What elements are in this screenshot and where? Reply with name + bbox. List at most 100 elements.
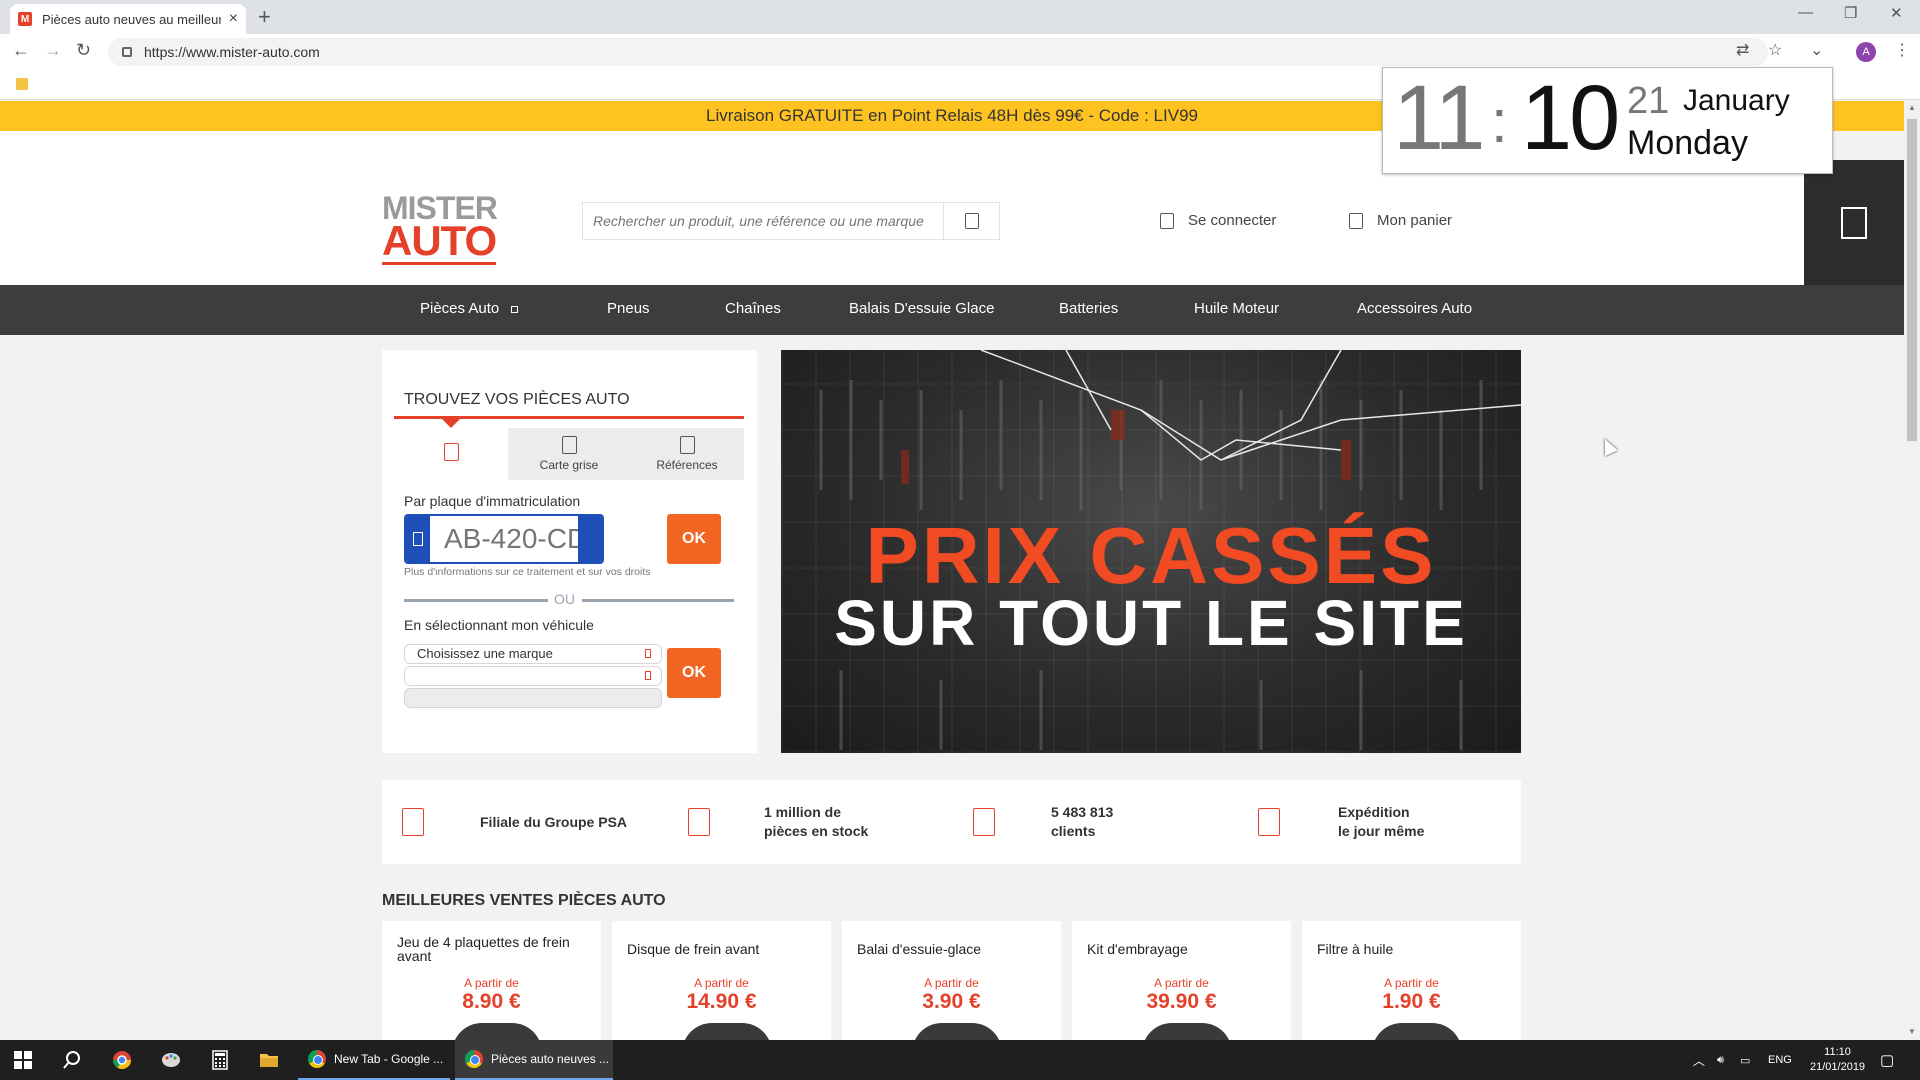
reload-icon[interactable]: ↻: [76, 40, 91, 61]
language-indicator[interactable]: ENG: [1768, 1040, 1792, 1080]
tab-references[interactable]: Références: [630, 428, 744, 480]
clock-widget[interactable]: 11 : 10 21 January Monday: [1382, 67, 1833, 174]
model-select[interactable]: [404, 666, 662, 686]
restore-icon[interactable]: ❐: [1844, 4, 1857, 22]
close-window-icon[interactable]: ✕: [1890, 4, 1903, 22]
brand-select-value: Choisissez une marque: [417, 646, 553, 661]
page-scrollbar[interactable]: ▲ ▼: [1904, 101, 1920, 1040]
tab-carte-grise[interactable]: Carte grise: [512, 428, 626, 480]
menu-dots-icon[interactable]: ⋮: [1894, 40, 1910, 60]
bookmark-folder-icon[interactable]: [16, 78, 28, 90]
system-clock[interactable]: 11:10 21/01/2019: [1810, 1040, 1865, 1080]
nav-item-balais[interactable]: Balais D'essuie Glace: [849, 300, 994, 317]
search-icon[interactable]: [62, 1050, 82, 1070]
tray-chevron-up-icon[interactable]: ︿: [1693, 1040, 1705, 1080]
taskbar-task-newtab[interactable]: New Tab - Google ...: [298, 1040, 450, 1080]
vehicle-label: En sélectionnant mon véhicule: [404, 617, 594, 633]
nav-item-chaines[interactable]: Chaînes: [725, 300, 781, 317]
trust-bar: Filiale du Groupe PSA 1 million de pièce…: [382, 780, 1521, 864]
logo-line2: AUTO: [382, 217, 497, 265]
scroll-down-icon[interactable]: ▼: [1908, 1027, 1916, 1036]
site-logo[interactable]: MISTER AUTO: [382, 192, 498, 265]
price-from-label: A partir de: [924, 976, 979, 990]
engine-select[interactable]: [404, 688, 662, 708]
tab-references-label: Références: [656, 458, 718, 472]
brand-select[interactable]: Choisissez une marque: [404, 644, 662, 664]
product-price: 3.90 €: [922, 990, 981, 1013]
building-icon: [402, 808, 424, 836]
calculator-icon[interactable]: [210, 1050, 230, 1070]
price-from-label: A partir de: [1154, 976, 1209, 990]
product-card[interactable]: Filtre à huile A partir de 1.90 €: [1302, 921, 1521, 1040]
tab-carte-grise-label: Carte grise: [539, 458, 599, 472]
product-card[interactable]: Disque de frein avant A partir de 14.90 …: [612, 921, 831, 1040]
notifications-icon[interactable]: ▢: [1880, 1040, 1894, 1080]
phone-icon[interactable]: [1841, 207, 1867, 239]
finder-tabs: Carte grise Références: [394, 428, 744, 480]
url-text: https://www.mister-auto.com: [144, 44, 320, 60]
product-image: [1372, 1023, 1462, 1040]
trust-item: Expédition le jour même: [1258, 780, 1424, 864]
promo-text: Livraison GRATUITE en Point Relais 48H d…: [706, 106, 1198, 125]
forward-icon[interactable]: →: [44, 40, 62, 61]
nav-item-pneus[interactable]: Pneus: [607, 300, 650, 317]
minimize-icon[interactable]: —: [1798, 4, 1813, 21]
translate-icon[interactable]: ⇄: [1736, 40, 1749, 60]
search-button[interactable]: [943, 203, 999, 239]
vehicle-ok-button[interactable]: OK: [667, 648, 721, 698]
trust-text-2: le jour même: [1338, 823, 1425, 839]
parts-finder: TROUVEZ VOS PIÈCES AUTO Carte grise Réfé…: [382, 350, 757, 753]
nav-item-pieces-auto[interactable]: Pièces Auto: [420, 300, 519, 317]
scroll-up-icon[interactable]: ▲: [1908, 103, 1916, 112]
new-tab-icon[interactable]: +: [258, 4, 271, 30]
cart-link[interactable]: Mon panier: [1349, 212, 1452, 229]
scrollbar-thumb[interactable]: [1907, 119, 1917, 441]
product-name: Jeu de 4 plaquettes de frein avant: [397, 934, 570, 964]
region-strip: [578, 516, 602, 562]
plate-icon: [443, 443, 459, 461]
close-tab-icon[interactable]: ×: [229, 10, 238, 28]
nav-item-accessoires[interactable]: Accessoires Auto: [1357, 300, 1472, 317]
product-card[interactable]: Kit d'embrayage A partir de 39.90 €: [1072, 921, 1291, 1040]
search-input[interactable]: [583, 213, 943, 229]
tab-plate[interactable]: [394, 428, 508, 480]
extension-icon[interactable]: ⌄: [1810, 40, 1823, 60]
plate-field: [404, 514, 604, 564]
main-navigation: Pièces Auto Pneus Chaînes Balais D'essui…: [0, 285, 1904, 335]
paint-icon[interactable]: [161, 1050, 181, 1070]
browser-tab[interactable]: M Pièces auto neuves au meilleur p ×: [10, 4, 246, 34]
price-from-label: A partir de: [694, 976, 749, 990]
file-explorer-icon[interactable]: [259, 1050, 279, 1070]
promo-hero-banner[interactable]: PRIX CASSÉS SUR TOUT LE SITE: [781, 350, 1521, 753]
search-icon: [964, 213, 979, 229]
chrome-icon[interactable]: [112, 1050, 132, 1070]
address-bar[interactable]: https://www.mister-auto.com: [108, 38, 1768, 66]
bookmark-star-icon[interactable]: ☆: [1768, 40, 1782, 60]
or-line-left: [404, 599, 548, 602]
profile-avatar[interactable]: A: [1856, 42, 1876, 62]
finder-title: TROUVEZ VOS PIÈCES AUTO: [404, 391, 630, 408]
tray-time: 11:10: [1824, 1046, 1851, 1058]
product-card[interactable]: Jeu de 4 plaquettes de frein avant A par…: [382, 921, 601, 1040]
plate-input[interactable]: [430, 516, 578, 562]
login-link[interactable]: Se connecter: [1160, 212, 1276, 229]
shipping-icon: [1258, 808, 1280, 836]
back-icon[interactable]: ←: [12, 40, 30, 61]
nav-item-batteries[interactable]: Batteries: [1059, 300, 1118, 317]
privacy-note-link[interactable]: Plus d'informations sur ce traitement et…: [404, 566, 651, 578]
tray-date: 21/01/2019: [1810, 1061, 1866, 1073]
plate-ok-button[interactable]: OK: [667, 514, 721, 564]
windows-start-icon[interactable]: [13, 1050, 33, 1070]
network-icon[interactable]: ▭: [1740, 1040, 1750, 1080]
volume-icon[interactable]: 🔊︎: [1717, 1040, 1724, 1080]
nav-item-huile[interactable]: Huile Moteur: [1194, 300, 1279, 317]
side-panel: [1804, 160, 1904, 285]
product-card[interactable]: Balai d'essuie-glace A partir de 3.90 €: [842, 921, 1061, 1040]
cart-label: Mon panier: [1377, 212, 1453, 229]
trust-text: Expédition: [1338, 804, 1410, 820]
user-icon: [1160, 212, 1174, 229]
banner-subline: SUR TOUT LE SITE: [834, 587, 1468, 659]
stock-icon: [688, 808, 710, 836]
taskbar-task-mister-auto[interactable]: Pièces auto neuves ...: [455, 1040, 613, 1080]
dropdown-icon: [645, 671, 651, 680]
